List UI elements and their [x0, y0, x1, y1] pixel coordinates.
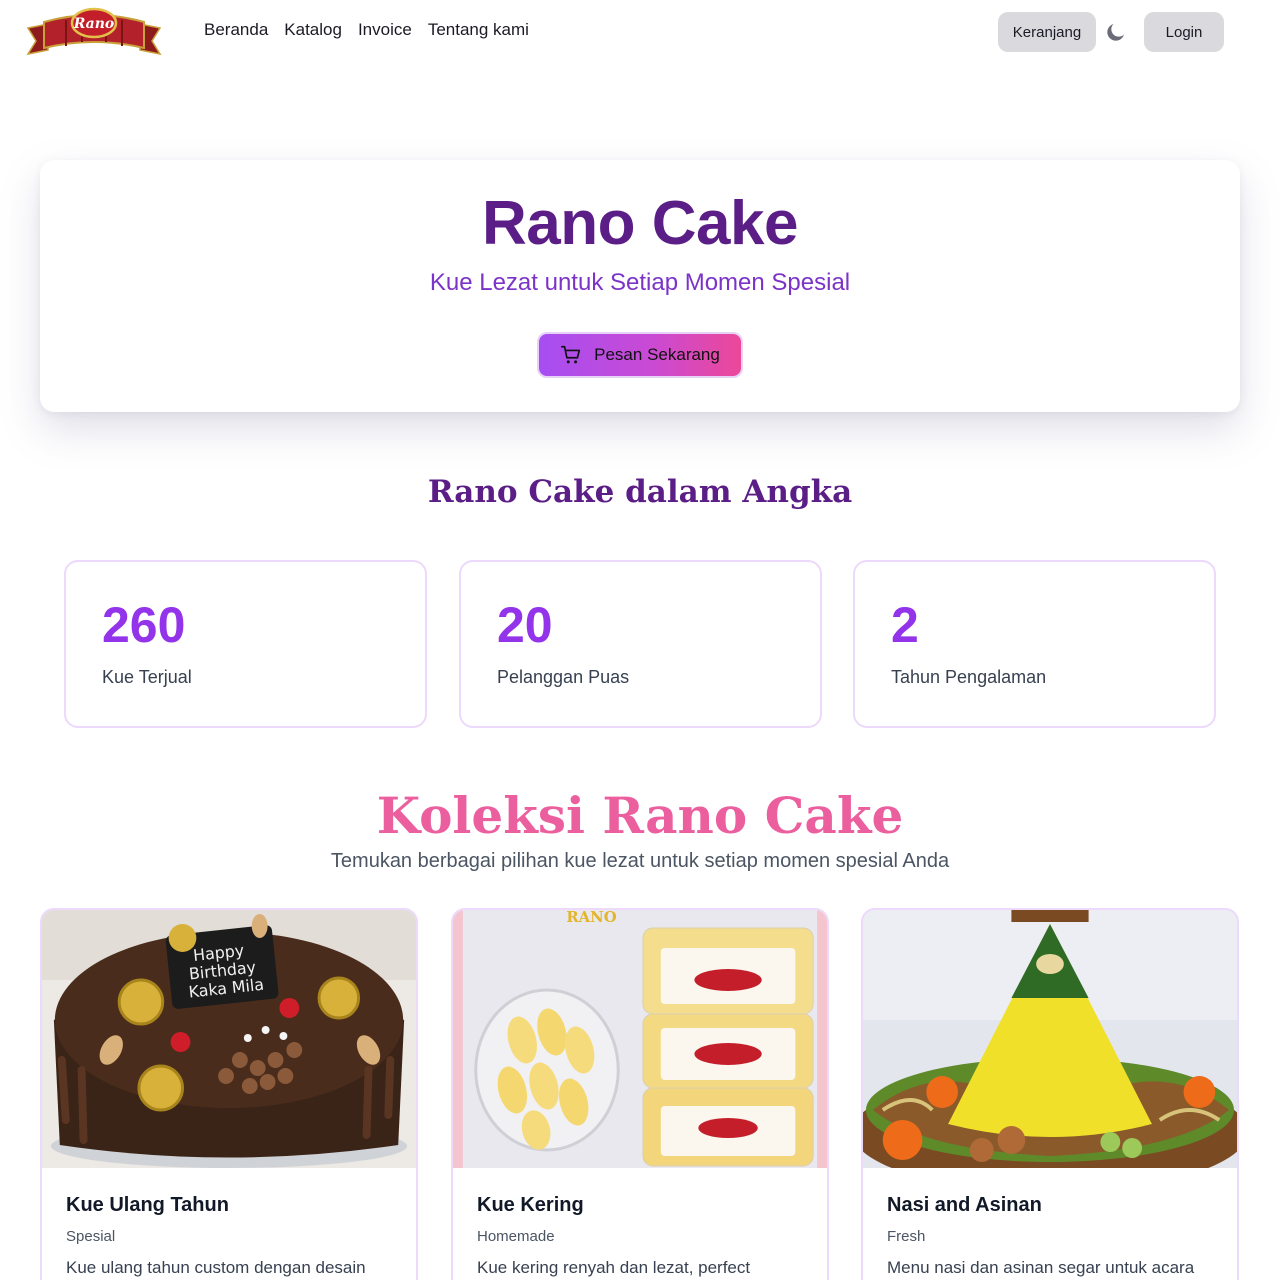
stat-label: Kue Terjual — [102, 667, 192, 687]
cart-icon — [561, 345, 581, 364]
nav-link-beranda[interactable]: Beranda — [204, 20, 268, 40]
main-nav: Beranda Katalog Invoice Tentang kami — [204, 20, 529, 40]
collection-title: Koleksi Rano Cake — [376, 786, 904, 845]
moon-icon[interactable] — [1104, 20, 1128, 44]
product-tag: Homemade — [477, 1228, 555, 1245]
order-now-button[interactable]: Pesan Sekarang — [537, 332, 743, 378]
product-name: Kue Ulang Tahun — [66, 1194, 229, 1216]
nav-link-katalog[interactable]: Katalog — [284, 20, 342, 40]
product-tag: Fresh — [887, 1228, 926, 1245]
product-description: Menu nasi dan asinan segar untuk acara — [887, 1258, 1195, 1277]
stat-value: 260 — [102, 597, 186, 653]
rano-logo[interactable]: Rano — [26, 6, 162, 58]
product-description: Kue ulang tahun custom dengan desain — [66, 1258, 366, 1277]
logo-text: Rano — [73, 16, 115, 32]
image-brand-text: RANO — [566, 910, 616, 926]
stat-value: 20 — [497, 597, 553, 653]
collection-subtitle: Temukan berbagai pilihan kue lezat untuk… — [330, 850, 950, 872]
stat-card-experience: 2 Tahun Pengalaman — [853, 560, 1216, 728]
hero-card: Rano Cake Kue Lezat untuk Setiap Momen S… — [40, 160, 1240, 412]
product-tag: Spesial — [66, 1228, 116, 1245]
product-card-nasi-asinan[interactable]: Nasi and Asinan Fresh Menu nasi dan asin… — [861, 908, 1239, 1280]
stat-value: 2 — [891, 597, 919, 653]
stat-card-customers: 20 Pelanggan Puas — [459, 560, 822, 728]
stats-title: Rano Cake dalam Angka — [427, 474, 853, 510]
product-image-nasi-asinan[interactable] — [863, 910, 1237, 1168]
stat-label: Tahun Pengalaman — [891, 667, 1047, 687]
stat-card-sold: 260 Kue Terjual — [64, 560, 427, 728]
product-description: Kue kering renyah dan lezat, perfect — [477, 1258, 751, 1277]
product-card-birthday-cake[interactable]: Happy Birthday Kaka Mila Kue Ulang Tahun… — [40, 908, 418, 1280]
nav-link-tentang-kami[interactable]: Tentang kami — [428, 20, 529, 40]
nav-link-invoice[interactable]: Invoice — [358, 20, 412, 40]
product-image-birthday-cake[interactable]: Happy Birthday Kaka Mila — [42, 910, 416, 1168]
product-image-kue-kering[interactable]: RANO — [453, 910, 827, 1168]
order-now-label: Pesan Sekarang — [594, 345, 720, 364]
stat-label: Pelanggan Puas — [497, 667, 630, 687]
product-name: Kue Kering — [477, 1194, 584, 1216]
hero-title: Rano Cake — [482, 189, 798, 258]
hero-subtitle: Kue Lezat untuk Setiap Momen Spesial — [429, 269, 851, 296]
login-button[interactable]: Login — [1144, 12, 1224, 52]
navbar: Rano Beranda Katalog Invoice Tentang kam… — [0, 0, 1280, 64]
product-name: Nasi and Asinan — [887, 1194, 1042, 1216]
cart-button[interactable]: Keranjang — [998, 12, 1096, 52]
product-card-kue-kering[interactable]: RANO Kue Kering Homemade Kue kering reny… — [451, 908, 829, 1280]
